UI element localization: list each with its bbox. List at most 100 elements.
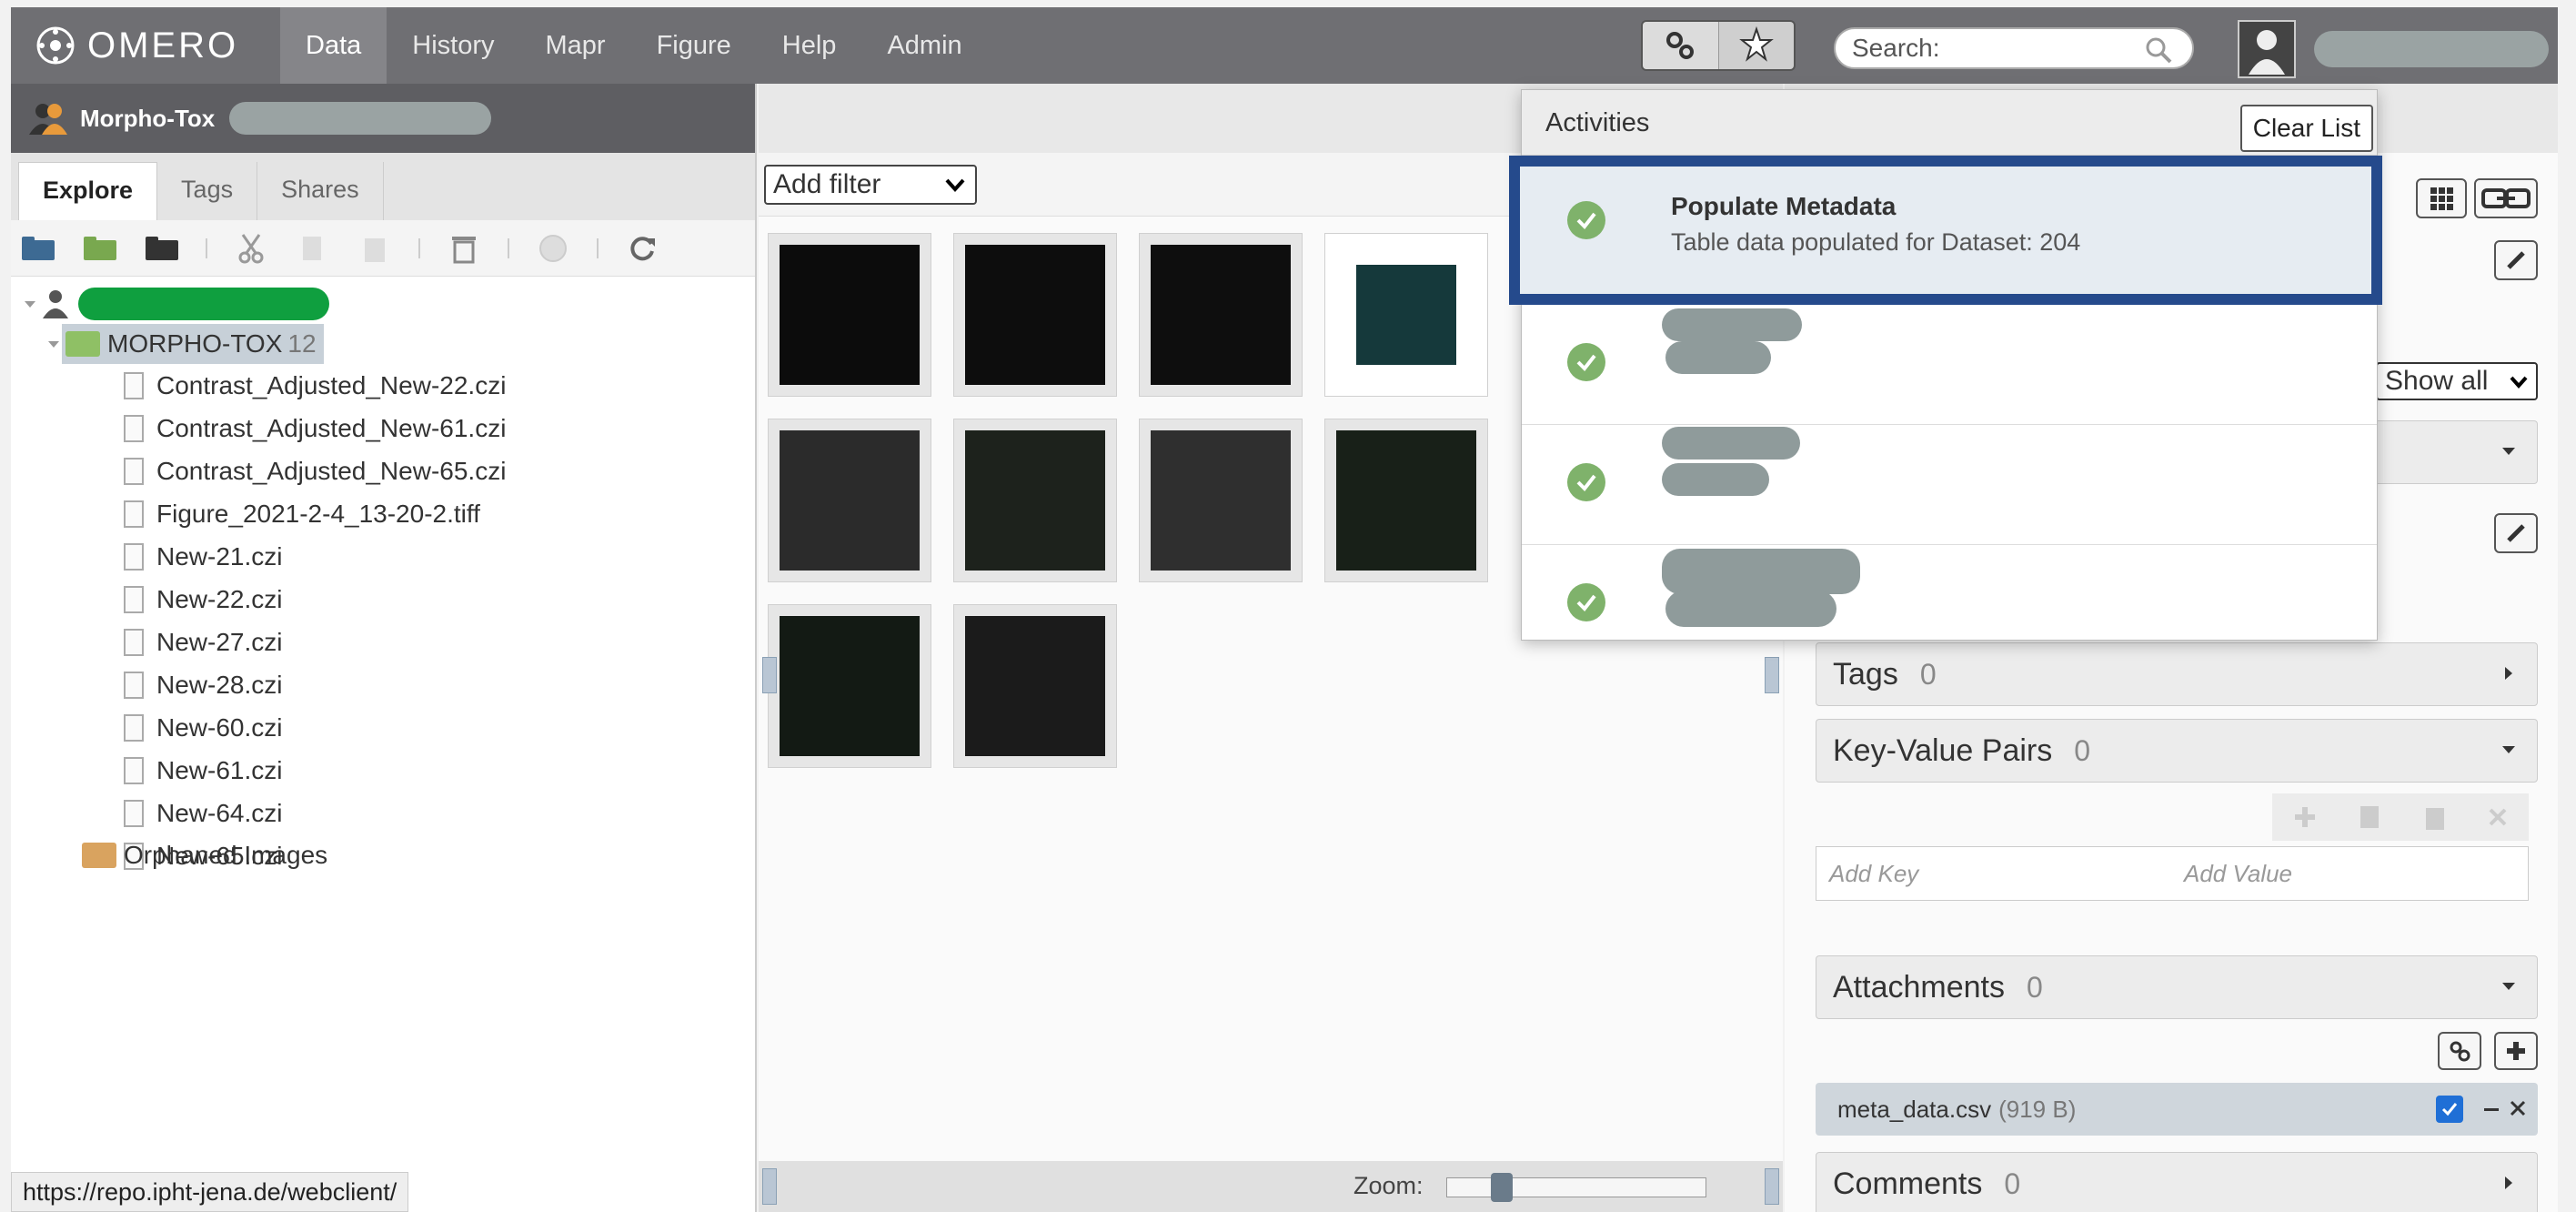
add-key-field[interactable]: Add Key [1829, 860, 1918, 888]
screen-icon [146, 236, 178, 260]
activity-item-populate-metadata[interactable]: Populate Metadata Table data populated f… [1509, 156, 2382, 305]
tree-orphaned-node[interactable]: Orphaned Images [82, 835, 327, 875]
activities-button[interactable] [1718, 22, 1794, 69]
grid-view-button[interactable] [2416, 178, 2467, 218]
activity-item[interactable] [1522, 425, 2377, 545]
collapse-right-handle[interactable] [1765, 1168, 1779, 1205]
group-bar[interactable]: Morpho-Tox [11, 84, 755, 153]
clear-list-button[interactable]: Clear List [2239, 105, 2373, 152]
minus-icon[interactable] [2483, 1101, 2500, 1117]
nav-data[interactable]: Data [280, 7, 387, 84]
kv-accordion[interactable]: Key-Value Pairs 0 [1816, 719, 2538, 783]
omero-logo[interactable]: OMERO [35, 24, 238, 67]
image-thumbnail[interactable] [1139, 419, 1303, 582]
paste-button[interactable] [357, 233, 393, 264]
zoom-slider-handle[interactable] [1491, 1173, 1513, 1202]
close-icon[interactable] [2509, 1099, 2527, 1117]
group-icon [29, 104, 67, 135]
tree-dataset-node[interactable]: MORPHO-TOX 12 [48, 324, 324, 364]
paste-icon[interactable] [2423, 803, 2447, 831]
image-thumbnail[interactable] [953, 419, 1117, 582]
tree-image-node[interactable]: New-64.czi [124, 793, 282, 833]
add-icon[interactable] [2293, 805, 2317, 829]
attachment-scripts-button[interactable] [2438, 1032, 2481, 1070]
scripts-button[interactable] [1643, 22, 1719, 69]
toolbar-divider [508, 237, 509, 258]
add-value-field[interactable]: Add Value [2184, 860, 2292, 888]
comments-accordion[interactable]: Comments 0 [1816, 1152, 2538, 1212]
search-input[interactable]: Search: [1834, 27, 2194, 69]
delete-button[interactable] [446, 233, 482, 264]
image-thumbnail[interactable] [768, 419, 931, 582]
orphaned-label: Orphaned Images [124, 841, 328, 869]
collapse-left-handle[interactable] [762, 1168, 777, 1205]
new-screen-button[interactable] [144, 233, 180, 264]
tree-image-node[interactable]: New-60.czi [124, 708, 282, 748]
activity-title-redacted [1662, 427, 1800, 460]
tree-image-node[interactable]: New-27.czi [124, 622, 282, 662]
attachment-checkbox[interactable] [2436, 1096, 2463, 1123]
tab-shares[interactable]: Shares [257, 162, 384, 220]
edit-name-button[interactable] [2494, 240, 2538, 280]
image-thumbnail[interactable] [768, 233, 931, 397]
cut-button[interactable] [233, 233, 269, 264]
add-attachment-button[interactable] [2494, 1032, 2538, 1070]
refresh-button[interactable] [624, 233, 660, 264]
zoom-slider[interactable] [1446, 1173, 1706, 1202]
thumbnail-image [965, 616, 1105, 756]
tree-image-node[interactable]: Contrast_Adjusted_New-22.czi [124, 366, 506, 406]
user-icon [2249, 30, 2285, 75]
nav-mapr[interactable]: Mapr [520, 7, 631, 84]
tree-image-node[interactable]: Figure_2021-2-4_13-20-2.tiff [124, 494, 480, 534]
nav-help[interactable]: Help [757, 7, 862, 84]
globe-icon [539, 234, 567, 262]
tree-image-node[interactable]: Contrast_Adjusted_New-61.czi [124, 409, 506, 449]
attachments-accordion[interactable]: Attachments 0 [1816, 955, 2538, 1019]
copy-button[interactable] [295, 233, 331, 264]
activity-title-redacted [1662, 308, 1802, 341]
tree-toolbar [11, 220, 755, 277]
edit-description-button[interactable] [2494, 513, 2538, 553]
dataset-folder-icon [65, 331, 100, 357]
copy-icon[interactable] [2358, 803, 2381, 831]
tab-tags[interactable]: Tags [157, 162, 258, 220]
tree-image-node[interactable]: New-22.czi [124, 580, 282, 620]
tree-image-node[interactable]: New-28.czi [124, 665, 282, 705]
image-thumbnail[interactable] [953, 233, 1117, 397]
activity-item[interactable] [1522, 545, 2377, 665]
nav-admin[interactable]: Admin [861, 7, 987, 84]
new-project-button[interactable] [20, 233, 56, 264]
left-resize-handle[interactable] [762, 657, 777, 693]
username-redacted[interactable] [2314, 31, 2549, 67]
image-thumbnail[interactable] [768, 604, 931, 768]
nav-figure[interactable]: Figure [631, 7, 757, 84]
nav-history[interactable]: History [387, 7, 519, 84]
show-all-select[interactable]: Show all [2376, 362, 2538, 400]
activity-msg-redacted [1665, 341, 1771, 374]
attachment-item[interactable]: meta_data.csv (919 B) [1816, 1083, 2538, 1136]
link-button[interactable] [2474, 178, 2538, 218]
remove-icon[interactable] [2488, 807, 2508, 827]
tree-image-node[interactable]: Contrast_Adjusted_New-65.czi [124, 451, 506, 491]
image-thumbnail[interactable] [1324, 419, 1488, 582]
orphaned-folder-icon [82, 843, 116, 868]
file-name: New-22.czi [156, 585, 283, 613]
tab-explore[interactable]: Explore [18, 162, 158, 220]
tree-image-node[interactable]: New-61.czi [124, 751, 282, 791]
image-thumbnail[interactable] [1324, 233, 1488, 397]
comments-label: Comments [1833, 1166, 1983, 1201]
tree-user-node[interactable] [24, 284, 329, 324]
dataset-folder-icon [84, 236, 116, 260]
image-thumbnail[interactable] [1139, 233, 1303, 397]
new-dataset-button[interactable] [82, 233, 118, 264]
activity-buttons [1641, 20, 1796, 71]
activity-item[interactable] [1522, 305, 2377, 425]
comments-count: 0 [2004, 1167, 2021, 1200]
file-name: New-64.czi [156, 799, 283, 827]
kv-toolbar [2272, 793, 2529, 841]
image-thumbnail[interactable] [953, 604, 1117, 768]
add-filter-select[interactable]: Add filter [764, 164, 977, 205]
share-button[interactable] [535, 233, 571, 264]
user-avatar[interactable] [2238, 20, 2296, 78]
tree-image-node[interactable]: New-21.czi [124, 537, 282, 577]
